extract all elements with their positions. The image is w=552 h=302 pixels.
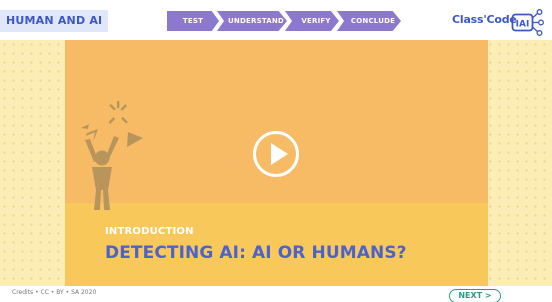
credits-text: Credits • CC • BY • SA 2020 bbox=[12, 289, 97, 296]
step-understand[interactable]: UNDERSTAND bbox=[217, 11, 287, 31]
course-title: HUMAN AND AI bbox=[0, 10, 109, 32]
brand-logo-text: IAI bbox=[516, 20, 530, 30]
video-title: DETECTING AI: AI OR HUMANS? bbox=[105, 243, 407, 263]
top-bar: HUMAN AND AI TEST UNDERSTAND VERIFY CONC… bbox=[0, 0, 552, 40]
next-button[interactable]: NEXT > bbox=[449, 289, 501, 302]
step-verify[interactable]: VERIFY bbox=[285, 11, 339, 31]
step-conclude[interactable]: CONCLUDE bbox=[337, 11, 401, 31]
section-label: INTRODUCTION bbox=[105, 226, 194, 237]
play-icon[interactable] bbox=[252, 130, 300, 178]
brand-name: Class'Code bbox=[452, 13, 517, 26]
network-icon: IAI bbox=[511, 9, 544, 36]
step-test[interactable]: TEST bbox=[167, 11, 219, 31]
video-card[interactable]: INTRODUCTION DETECTING AI: AI OR HUMANS? bbox=[65, 40, 488, 286]
